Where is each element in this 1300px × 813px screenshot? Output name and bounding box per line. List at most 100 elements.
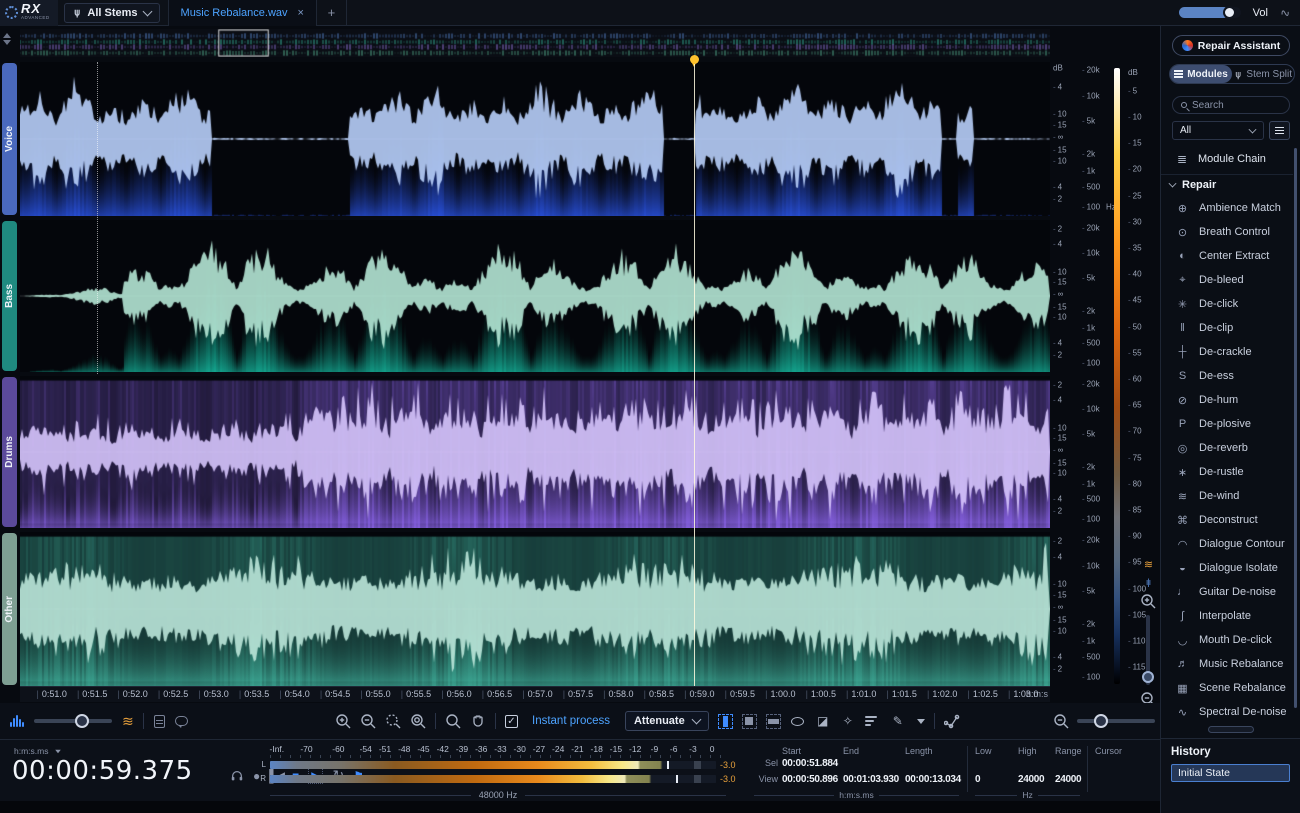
module-item-de-wind[interactable]: ≋De-wind xyxy=(1161,484,1293,508)
vertical-zoom-knob[interactable] xyxy=(1142,671,1154,683)
zoom-in-icon[interactable] xyxy=(335,713,351,729)
module-item-de-clip[interactable]: ‖De-clip xyxy=(1161,316,1293,340)
frequency-label: -10k xyxy=(1082,561,1100,570)
module-item-ambience-match[interactable]: ⊕Ambience Match xyxy=(1161,196,1293,220)
selection-freq-header: Range xyxy=(1055,746,1082,756)
zoom-out-icon[interactable] xyxy=(360,713,376,729)
volume-slider-knob[interactable] xyxy=(1223,6,1236,19)
process-mode-dropdown[interactable]: Attenuate xyxy=(625,711,709,731)
instant-process-checkbox[interactable]: ✓ xyxy=(505,715,518,728)
hand-tool-icon[interactable] xyxy=(470,713,486,729)
horizontal-zoom-knob[interactable] xyxy=(1094,714,1108,728)
stem-lane-bass[interactable]: Bass xyxy=(20,220,1050,372)
blend-slider-knob[interactable] xyxy=(75,714,89,728)
monitor-headphones-icon[interactable] xyxy=(230,769,244,783)
module-item-de-reverb[interactable]: ◎De-reverb xyxy=(1161,436,1293,460)
overview-waveform[interactable] xyxy=(20,29,1050,57)
module-item-de-click[interactable]: ✳De-click xyxy=(1161,292,1293,316)
magic-wand-tool[interactable]: ✧ xyxy=(840,713,856,729)
module-item-mouth-de-click[interactable]: ◡Mouth De-click xyxy=(1161,628,1293,652)
brush-selection-tool[interactable]: ◪ xyxy=(815,713,831,729)
list-options-button[interactable] xyxy=(1269,121,1290,140)
repair-assistant-button[interactable]: Repair Assistant xyxy=(1172,35,1290,56)
time-frequency-selection-tool[interactable] xyxy=(742,714,757,729)
zoom-all-icon[interactable] xyxy=(410,713,426,729)
module-item-de-rustle[interactable]: ∗De-rustle xyxy=(1161,460,1293,484)
panel-resize-handle[interactable] xyxy=(1208,726,1254,733)
module-item-interpolate[interactable]: ∫Interpolate xyxy=(1161,604,1293,628)
timeline-label: |0:55.0 xyxy=(360,689,390,699)
horizontal-zoom-slider[interactable] xyxy=(1077,719,1155,723)
module-item-de-crackle[interactable]: ┼De-crackle xyxy=(1161,340,1293,364)
module-item-dialogue-contour[interactable]: ◠Dialogue Contour xyxy=(1161,532,1293,556)
repair-section-header[interactable]: Repair xyxy=(1161,174,1293,194)
module-item-dialogue-isolate[interactable]: ◒Dialogue Isolate xyxy=(1161,556,1293,580)
module-item-spectral-de-noise[interactable]: ∿Spectral De-noise xyxy=(1161,700,1293,724)
frequency-selection-tool[interactable] xyxy=(766,714,781,729)
waveform-spectrogram-blend-icon[interactable] xyxy=(10,715,24,727)
stem-spectrogram-drums[interactable] xyxy=(20,376,1050,528)
timeline-ruler[interactable]: h:m:s |0:51.0|0:51.5|0:52.0|0:52.5|0:53.… xyxy=(20,686,1050,702)
module-chain-item[interactable]: ≣ Module Chain xyxy=(1161,148,1293,170)
stems-selector-dropdown[interactable]: ⋔ All Stems xyxy=(64,3,160,23)
module-item-scene-rebalance[interactable]: ▦Scene Rebalance xyxy=(1161,676,1293,700)
module-item-deconstruct[interactable]: ⌘Deconstruct xyxy=(1161,508,1293,532)
time-selection-tool[interactable] xyxy=(718,714,733,729)
vertical-zoom-slider[interactable] xyxy=(1146,615,1150,685)
connect-points-icon[interactable] xyxy=(944,713,960,729)
stem-tab-other[interactable]: Other xyxy=(2,533,17,685)
spectrogram-settings-icon[interactable]: ≋ xyxy=(122,713,133,730)
timeline-label: |0:58.0 xyxy=(603,689,633,699)
stem-spectrogram-bass[interactable] xyxy=(20,220,1050,372)
comment-icon[interactable] xyxy=(175,716,188,726)
module-item-de-plosive[interactable]: PDe-plosive xyxy=(1161,412,1293,436)
rx-logo: RX ADVANCED xyxy=(0,0,58,26)
level-meters[interactable]: -Inf.-70-60-54-51-48-45-42-39-36-33-30-2… xyxy=(258,744,754,798)
module-item-guitar-de-noise[interactable]: ♩Guitar De-noise xyxy=(1161,580,1293,604)
stem-lanes: VoiceBassDrumsOther xyxy=(20,62,1050,686)
stem-lane-other[interactable]: Other xyxy=(20,532,1050,686)
amplitude-db-label: -4 xyxy=(1053,552,1062,561)
tab-modules[interactable]: Modules xyxy=(1170,65,1232,83)
magnifier-tool-icon[interactable] xyxy=(445,713,461,729)
stem-lane-voice[interactable]: Voice xyxy=(20,62,1050,216)
pencil-tool[interactable]: ✎ xyxy=(890,713,906,729)
close-tab-icon[interactable]: × xyxy=(298,7,304,19)
module-item-de-hum[interactable]: ⊘De-hum xyxy=(1161,388,1293,412)
module-item-de-bleed[interactable]: ⌖De-bleed xyxy=(1161,268,1293,292)
horizontal-zoom-out-icon[interactable] xyxy=(1053,713,1069,729)
stem-tab-voice[interactable]: Voice xyxy=(2,63,17,215)
volume-slider[interactable] xyxy=(1179,7,1241,18)
overview-expand-handle[interactable] xyxy=(3,33,11,45)
stem-tab-bass[interactable]: Bass xyxy=(2,221,17,371)
spectrogram-view-icon[interactable]: ≋ xyxy=(1144,558,1152,571)
tab-stem-split[interactable]: ⋔ Stem Split xyxy=(1232,65,1294,83)
stem-spectrogram-other[interactable] xyxy=(20,532,1050,686)
fade-tool[interactable] xyxy=(865,713,881,729)
category-filter-dropdown[interactable]: All xyxy=(1172,121,1264,140)
clipboard-icon[interactable] xyxy=(154,715,165,728)
module-search[interactable] xyxy=(1172,96,1290,114)
module-item-breath-control[interactable]: ⊙Breath Control xyxy=(1161,220,1293,244)
module-item-music-rebalance[interactable]: ♬Music Rebalance xyxy=(1161,652,1293,676)
lasso-selection-tool[interactable] xyxy=(790,713,806,729)
search-input[interactable] xyxy=(1192,100,1272,111)
blend-slider[interactable] xyxy=(34,719,112,723)
module-list-scrollbar[interactable] xyxy=(1294,148,1297,708)
module-item-center-extract[interactable]: ◐Center Extract xyxy=(1161,244,1293,268)
vertical-zoom-in-icon[interactable] xyxy=(1140,593,1156,609)
chevron-up-icon xyxy=(3,33,11,38)
file-tab[interactable]: Music Rebalance.wav × xyxy=(168,0,317,26)
signal-chain-icon[interactable]: ∿ xyxy=(1278,4,1291,20)
instant-process-label[interactable]: Instant process xyxy=(532,715,610,727)
module-item-de-ess[interactable]: SDe-ess xyxy=(1161,364,1293,388)
stem-spectrogram-voice[interactable] xyxy=(20,62,1050,216)
new-tab-button[interactable]: + xyxy=(317,0,347,26)
stem-tab-drums[interactable]: Drums xyxy=(2,377,17,527)
zoom-selection-icon[interactable] xyxy=(385,713,401,729)
tool-options-arrow-icon[interactable] xyxy=(917,719,925,724)
stem-lane-drums[interactable]: Drums xyxy=(20,376,1050,528)
history-item[interactable]: Initial State xyxy=(1171,764,1290,782)
waveform-view-icon[interactable]: ı|ı xyxy=(1146,577,1150,587)
time-format-selector[interactable]: h:m:s.ms xyxy=(14,746,62,756)
